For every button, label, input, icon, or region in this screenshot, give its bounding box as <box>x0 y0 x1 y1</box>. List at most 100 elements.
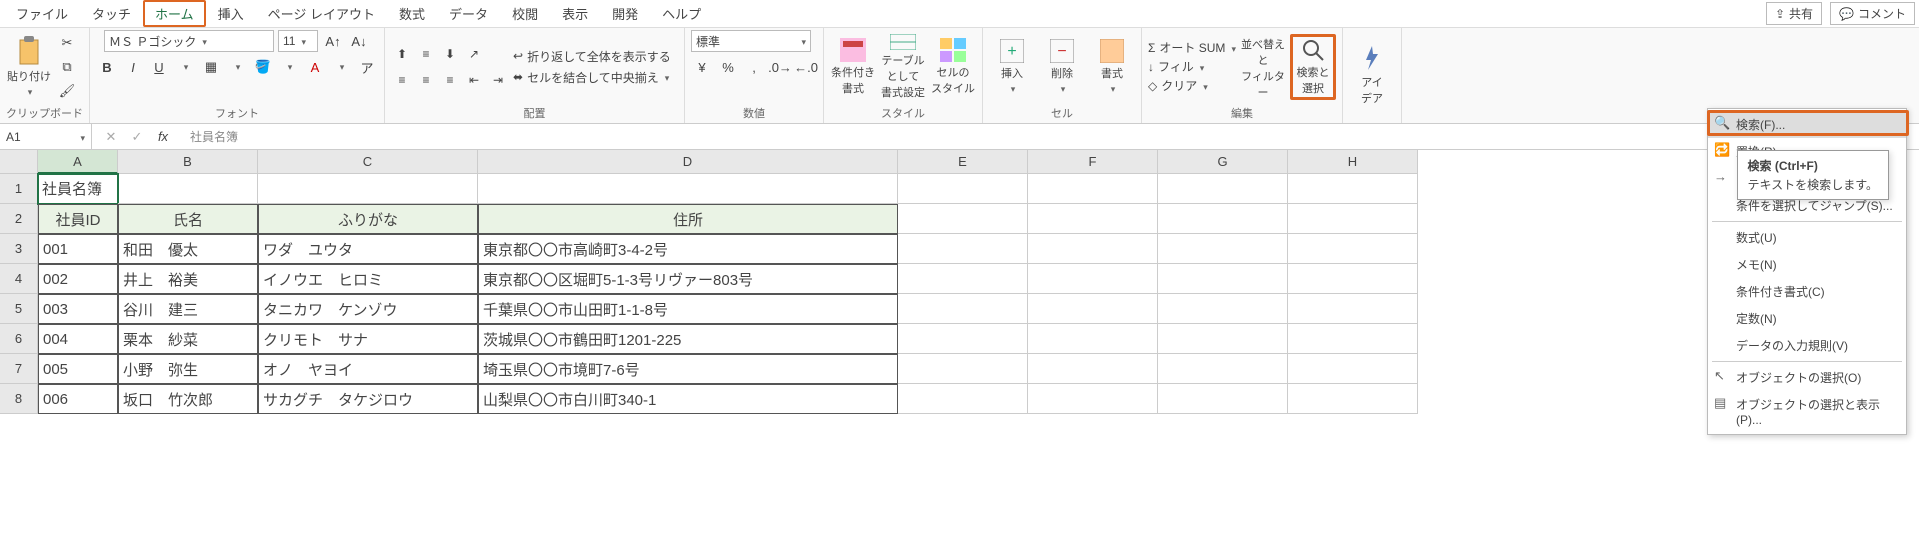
cut-button[interactable]: ✂ <box>56 32 78 54</box>
cell[interactable] <box>1288 234 1418 264</box>
cell[interactable] <box>1028 174 1158 204</box>
insert-cells-button[interactable]: +挿入 <box>989 34 1035 100</box>
font-color-dropdown[interactable] <box>330 56 352 78</box>
col-header-C[interactable]: C <box>258 150 478 174</box>
cell[interactable] <box>1028 264 1158 294</box>
cell[interactable] <box>1288 264 1418 294</box>
row-header-5[interactable]: 5 <box>0 294 38 324</box>
cell[interactable] <box>1158 264 1288 294</box>
cell[interactable] <box>1288 294 1418 324</box>
align-middle-button[interactable]: ≡ <box>415 43 437 65</box>
menu-help[interactable]: ヘルプ <box>650 0 713 27</box>
row-header-8[interactable]: 8 <box>0 384 38 414</box>
menu-review[interactable]: 校閲 <box>500 0 550 27</box>
cell[interactable]: 谷川 建三 <box>118 294 258 324</box>
cell[interactable]: オノ ヤヨイ <box>258 354 478 384</box>
cell[interactable] <box>1158 384 1288 414</box>
align-center-button[interactable]: ≡ <box>415 69 437 91</box>
cell[interactable] <box>1028 354 1158 384</box>
decrease-decimal-button[interactable]: ←.0 <box>795 56 817 78</box>
ideas-button[interactable]: アイ デア <box>1349 42 1395 108</box>
cell[interactable]: 埼玉県〇〇市境町7-6号 <box>478 354 898 384</box>
cell[interactable]: タニカワ ケンゾウ <box>258 294 478 324</box>
copy-button[interactable]: ⧉ <box>56 56 78 78</box>
menu-file[interactable]: ファイル <box>4 0 80 27</box>
cell[interactable] <box>1028 324 1158 354</box>
paste-dropdown-icon[interactable] <box>26 86 33 98</box>
cell-A1[interactable]: 社員名簿 <box>38 174 118 204</box>
dropdown-selection-pane[interactable]: ▤オブジェクトの選択と表示(P)... <box>1708 391 1906 432</box>
fill-color-button[interactable]: 🪣 <box>252 56 274 78</box>
share-button[interactable]: ⇪共有 <box>1766 2 1822 25</box>
cell[interactable]: 坂口 竹次郎 <box>118 384 258 414</box>
cell[interactable]: 002 <box>38 264 118 294</box>
cell[interactable]: 006 <box>38 384 118 414</box>
cell[interactable] <box>1158 204 1288 234</box>
enter-formula-button[interactable]: ✓ <box>126 126 148 148</box>
border-button[interactable]: ▦ <box>200 56 222 78</box>
cell[interactable]: 山梨県〇〇市白川町340-1 <box>478 384 898 414</box>
col-header-F[interactable]: F <box>1028 150 1158 174</box>
cell[interactable]: 栗本 紗菜 <box>118 324 258 354</box>
fx-button[interactable]: fx <box>152 126 174 148</box>
col-header-H[interactable]: H <box>1288 150 1418 174</box>
paste-button[interactable]: 貼り付け <box>6 34 52 100</box>
cell[interactable]: 東京都〇〇市高崎町3-4-2号 <box>478 234 898 264</box>
conditional-formatting-button[interactable]: 条件付き 書式 <box>830 34 876 100</box>
cell[interactable] <box>1158 174 1288 204</box>
cell[interactable]: 千葉県〇〇市山田町1-1-8号 <box>478 294 898 324</box>
indent-decrease-button[interactable]: ⇤ <box>463 69 485 91</box>
select-all-corner[interactable] <box>0 150 38 174</box>
cell[interactable] <box>898 384 1028 414</box>
font-color-button[interactable]: A <box>304 56 326 78</box>
wrap-text-button[interactable]: ↩折り返して全体を表示する <box>513 48 671 65</box>
col-header-G[interactable]: G <box>1158 150 1288 174</box>
delete-cells-button[interactable]: −削除 <box>1039 34 1085 100</box>
dropdown-find[interactable]: 🔍検索(F)... <box>1708 111 1906 138</box>
cell[interactable]: 005 <box>38 354 118 384</box>
cell[interactable]: クリモト サナ <box>258 324 478 354</box>
italic-button[interactable]: I <box>122 56 144 78</box>
cell[interactable] <box>1158 354 1288 384</box>
dropdown-notes[interactable]: メモ(N) <box>1708 251 1906 278</box>
menu-view[interactable]: 表示 <box>550 0 600 27</box>
underline-dropdown[interactable] <box>174 56 196 78</box>
cell[interactable]: サカグチ タケジロウ <box>258 384 478 414</box>
cell[interactable] <box>1158 234 1288 264</box>
row-header-2[interactable]: 2 <box>0 204 38 234</box>
cell-C2[interactable]: ふりがな <box>258 204 478 234</box>
menu-developer[interactable]: 開発 <box>600 0 650 27</box>
col-header-A[interactable]: A <box>38 150 118 174</box>
cell[interactable]: 小野 弥生 <box>118 354 258 384</box>
cell[interactable] <box>1288 354 1418 384</box>
align-top-button[interactable]: ⬆ <box>391 43 413 65</box>
cell[interactable]: 井上 裕美 <box>118 264 258 294</box>
menu-insert[interactable]: 挿入 <box>206 0 256 27</box>
cell[interactable] <box>1288 204 1418 234</box>
align-bottom-button[interactable]: ⬇ <box>439 43 461 65</box>
autosum-button[interactable]: Σオート SUM <box>1148 39 1236 56</box>
cell[interactable] <box>1028 234 1158 264</box>
cell[interactable] <box>1028 384 1158 414</box>
cell[interactable] <box>1288 384 1418 414</box>
align-left-button[interactable]: ≡ <box>391 69 413 91</box>
align-right-button[interactable]: ≡ <box>439 69 461 91</box>
cell-A2[interactable]: 社員ID <box>38 204 118 234</box>
cell[interactable] <box>898 324 1028 354</box>
fill-button[interactable]: ↓フィル <box>1148 58 1236 75</box>
formula-input[interactable]: 社員名簿 <box>182 128 1919 145</box>
row-header-3[interactable]: 3 <box>0 234 38 264</box>
merge-center-button[interactable]: ⬌セルを結合して中央揃え <box>513 69 671 86</box>
cell-B2[interactable]: 氏名 <box>118 204 258 234</box>
dropdown-constants[interactable]: 定数(N) <box>1708 305 1906 332</box>
find-select-button[interactable]: 検索と 選択 <box>1290 34 1336 100</box>
cell[interactable] <box>898 174 1028 204</box>
col-header-E[interactable]: E <box>898 150 1028 174</box>
comma-button[interactable]: , <box>743 56 765 78</box>
row-header-1[interactable]: 1 <box>0 174 38 204</box>
sort-filter-button[interactable]: AZ並べ替えと フィルター <box>1240 34 1286 100</box>
decrease-font-button[interactable]: A↓ <box>348 30 370 52</box>
indent-increase-button[interactable]: ⇥ <box>487 69 509 91</box>
cell[interactable] <box>1158 324 1288 354</box>
cell[interactable]: 茨城県〇〇市鶴田町1201-225 <box>478 324 898 354</box>
